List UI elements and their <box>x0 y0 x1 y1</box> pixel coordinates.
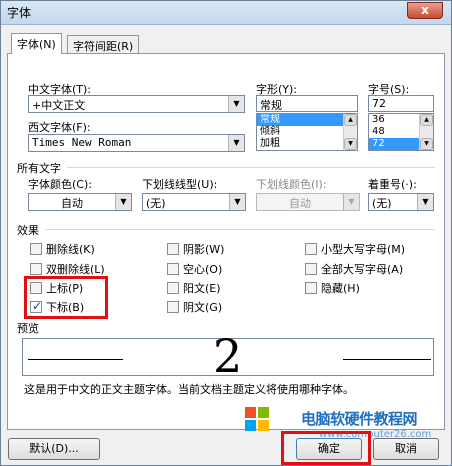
emboss-checkbox[interactable] <box>167 282 179 294</box>
chevron-down-icon[interactable]: ▼ <box>228 135 244 151</box>
list-item[interactable]: 倾斜 <box>257 126 357 138</box>
engrave-label: 阴文(G) <box>183 301 223 314</box>
highlight-box <box>24 276 108 319</box>
scroll-down-icon[interactable]: ▼ <box>420 138 433 150</box>
watermark-title: 电脑软硬件教程网 <box>301 410 418 428</box>
chinese-font-select[interactable]: +中文正文 ▼ <box>28 95 245 113</box>
preview-description: 这是用于中文的正文主题字体。当前文档主题定义将使用哪种字体。 <box>24 383 354 396</box>
chevron-down-icon[interactable]: ▼ <box>115 194 131 210</box>
cancel-button[interactable]: 取消 <box>373 438 439 460</box>
size-list[interactable]: 36 48 72 ▲ ▼ <box>368 113 434 151</box>
chevron-down-icon[interactable]: ▼ <box>228 96 244 112</box>
strikethrough-checkbox[interactable] <box>30 243 42 255</box>
preview-section-label: 预览 <box>17 322 39 335</box>
emphasis-value: (无) <box>372 197 392 210</box>
western-font-label: 西文字体(F): <box>28 121 91 134</box>
style-input[interactable]: 常规 <box>256 95 358 112</box>
font-color-select[interactable]: 自动 ▼ <box>28 193 132 211</box>
emphasis-select[interactable]: (无) ▼ <box>368 193 434 211</box>
shadow-label: 阴影(W) <box>183 243 225 256</box>
chevron-down-icon: ▼ <box>343 194 359 210</box>
preview-line-right <box>343 359 431 360</box>
list-item[interactable]: 常规 <box>257 114 357 126</box>
scrollbar[interactable]: ▲ ▼ <box>419 114 433 150</box>
small-caps-label: 小型大写字母(M) <box>321 243 406 256</box>
scroll-up-icon[interactable]: ▲ <box>420 114 433 126</box>
size-input[interactable]: 72 <box>368 95 434 112</box>
chinese-font-value: +中文正文 <box>32 99 86 112</box>
emboss-label: 阳文(E) <box>183 282 221 295</box>
double-strikethrough-checkbox[interactable] <box>30 263 42 275</box>
underline-type-value: (无) <box>146 197 166 210</box>
hidden-checkbox[interactable] <box>305 282 317 294</box>
list-item[interactable]: 加粗 <box>257 138 357 150</box>
chevron-down-icon[interactable]: ▼ <box>417 194 433 210</box>
tab-font[interactable]: 字体(N) <box>11 33 62 54</box>
divider <box>45 229 435 230</box>
preview-box: 2 <box>22 333 434 379</box>
engrave-checkbox[interactable] <box>167 301 179 313</box>
ok-highlight-box <box>281 431 371 465</box>
title-bar <box>1 1 451 25</box>
emphasis-label: 着重号(·): <box>368 178 417 191</box>
font-color-value: 自动 <box>61 197 83 210</box>
close-button[interactable]: x <box>407 2 443 19</box>
underline-type-select[interactable]: (无) ▼ <box>142 193 246 211</box>
font-color-label: 字体颜色(C): <box>28 178 92 191</box>
underline-color-select: 自动 ▼ <box>256 193 360 211</box>
hidden-label: 隐藏(H) <box>321 282 360 295</box>
scroll-down-icon[interactable]: ▼ <box>344 138 357 150</box>
tab-character-spacing[interactable]: 字符间距(R) <box>67 35 140 54</box>
font-dialog: 字体 x 字体(N) 字符间距(R) 中文字体(T): +中文正文 ▼ 西文字体… <box>0 0 452 466</box>
effects-section-label: 效果 <box>17 224 39 237</box>
strikethrough-label: 删除线(K) <box>46 243 95 256</box>
outline-checkbox[interactable] <box>167 263 179 275</box>
all-caps-label: 全部大写字母(A) <box>321 263 404 276</box>
underline-type-label: 下划线线型(U): <box>142 178 218 191</box>
chevron-down-icon[interactable]: ▼ <box>229 194 245 210</box>
scroll-up-icon[interactable]: ▲ <box>344 114 357 126</box>
all-text-section-label: 所有文字 <box>17 162 61 175</box>
small-caps-checkbox[interactable] <box>305 243 317 255</box>
preview-sample: 2 <box>213 329 243 383</box>
preview-line-left <box>28 359 123 360</box>
underline-color-value: 自动 <box>289 197 311 210</box>
western-font-select[interactable]: Times New Roman ▼ <box>28 134 245 152</box>
shadow-checkbox[interactable] <box>167 243 179 255</box>
all-caps-checkbox[interactable] <box>305 263 317 275</box>
western-font-value: Times New Roman <box>32 136 132 149</box>
close-icon: x <box>421 3 429 17</box>
style-list[interactable]: 常规 倾斜 加粗 ▲ ▼ <box>256 113 358 151</box>
default-button[interactable]: 默认(D)... <box>8 438 100 460</box>
underline-color-label: 下划线颜色(I): <box>256 178 327 191</box>
double-strikethrough-label: 双删除线(L) <box>46 263 105 276</box>
window-title: 字体 <box>7 6 32 20</box>
scrollbar[interactable]: ▲ ▼ <box>343 114 357 150</box>
divider <box>67 167 435 168</box>
outline-label: 空心(O) <box>183 263 223 276</box>
windows-logo-icon <box>245 407 269 431</box>
